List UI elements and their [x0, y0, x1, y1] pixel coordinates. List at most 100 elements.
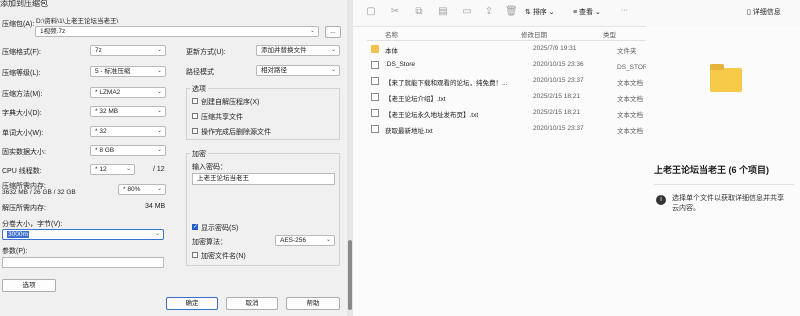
password-input[interactable]: 上老王论坛当老王 — [192, 173, 335, 185]
cpu-select[interactable]: * 12 ⌄ — [90, 164, 135, 175]
file-name: 【老王论坛永久地址发布页】.txt — [385, 112, 479, 119]
share-icon[interactable]: ⇪ — [483, 6, 495, 18]
copy-icon[interactable]: ⧉ — [413, 6, 425, 18]
cpu-value: * 12 — [95, 166, 107, 173]
rename-icon[interactable]: ▭ — [461, 6, 473, 18]
shared-checkbox[interactable] — [192, 113, 198, 119]
view-button[interactable]: ≡ 查看 ⌄ — [573, 7, 601, 17]
mem-pct-select[interactable]: * 80% ⌄ — [118, 184, 166, 195]
col-date[interactable]: 修改日期 — [521, 29, 547, 39]
path-mode-select[interactable]: 相对路径 ⌄ — [256, 65, 340, 76]
sort-label: 排序 — [532, 9, 547, 16]
chevron-down-icon: ⌄ — [156, 68, 162, 74]
file-explorer: ▢ ✂ ⧉ ▤ ▭ ⇪ 🗑 ⇅ 排序 ⌄ ≡ 查看 ⌄ ··· ▯ 详细信息 名… — [353, 0, 800, 316]
file-row[interactable]: 本体 2025/7/9 19:31 文件夹 — [367, 42, 647, 57]
chevron-down-icon: ⌄ — [546, 9, 555, 16]
show-password-label: 显示密码(S) — [201, 225, 239, 232]
dict-select[interactable]: * 32 MB ⌄ — [90, 106, 166, 117]
file-name: 本体 — [385, 48, 398, 55]
archive-label: 压缩包(A): — [2, 21, 35, 28]
params-label: 参数(P): — [2, 248, 28, 255]
file-date: 2020/10/15 23:37 — [533, 77, 584, 84]
enc-method-label: 加密算法： — [192, 239, 227, 246]
file-name: .DS_Store — [385, 61, 415, 68]
password-label: 输入密码： — [192, 164, 227, 171]
chevron-down-icon: ⌄ — [125, 166, 131, 172]
file-row[interactable]: 【来了就能下载和观看的论坛，纯免费！... 2020/10/15 23:37 文… — [367, 74, 647, 89]
file-type: 文本文档 — [617, 128, 643, 135]
update-value: 添加并替换文件 — [261, 47, 307, 54]
ok-button[interactable]: 确定 — [166, 297, 218, 310]
file-date: 2025/2/15 18:21 — [533, 93, 580, 100]
word-value: * 32 — [95, 128, 107, 135]
explorer-toolbar: ▢ ✂ ⧉ ▤ ▭ ⇪ 🗑 ⇅ 排序 ⌄ ≡ 查看 ⌄ ··· ▯ 详细信息 — [353, 0, 800, 27]
delete-checkbox[interactable] — [192, 128, 198, 134]
archive-name-combo[interactable]: 1视频.7z ⌄ — [35, 26, 319, 37]
split-size-combo[interactable]: 3000m ⌄ — [2, 229, 164, 240]
file-type: 文本文档 — [617, 80, 643, 87]
delete-icon[interactable]: 🗑 — [505, 6, 518, 18]
format-select[interactable]: 7z ⌄ — [90, 45, 166, 56]
col-name[interactable]: 名称 — [385, 29, 398, 39]
shared-label: 压缩共享文件 — [201, 114, 243, 121]
method-select[interactable]: * LZMA2 ⌄ — [90, 87, 166, 98]
file-icon — [371, 125, 379, 133]
folder-icon — [371, 45, 379, 53]
file-row[interactable]: .DS_Store 2020/10/15 23:36 DS_STORE 文 — [367, 58, 660, 73]
details-divider — [654, 184, 794, 185]
cpu-label: CPU 线程数: — [2, 168, 42, 175]
word-select[interactable]: * 32 ⌄ — [90, 126, 166, 137]
format-label: 压缩格式(F): — [2, 49, 41, 56]
sfx-label: 创建自解压程序(X) — [201, 99, 260, 106]
chevron-down-icon: ⌄ — [593, 9, 601, 16]
dict-label: 字典大小(D): — [2, 110, 42, 117]
options-group-title: 选项 — [190, 84, 208, 94]
paste-icon[interactable]: ▤ — [437, 6, 449, 18]
details-label: 详细信息 — [752, 9, 781, 16]
file-name: 【来了就能下载和观看的论坛，纯免费！... — [385, 80, 508, 87]
view-label: 查看 — [579, 9, 594, 16]
update-select[interactable]: 添加并替换文件 ⌄ — [256, 45, 340, 56]
chevron-down-icon: ⌄ — [325, 237, 331, 243]
chevron-down-icon: ⌄ — [156, 47, 162, 53]
chevron-down-icon: ⌄ — [156, 128, 162, 134]
file-icon — [371, 61, 379, 69]
file-icon — [371, 77, 379, 85]
path-mode-label: 路径模式 — [186, 69, 214, 76]
solid-select[interactable]: * 8 GB ⌄ — [90, 145, 166, 156]
details-hint: 选择单个文件以获取详细信息并共享云内容。 — [672, 195, 784, 212]
file-row[interactable]: 获取最新地址.txt 2020/10/15 23:37 文本文档 — [367, 122, 647, 137]
options-button[interactable]: 选项 — [2, 279, 56, 292]
more-button[interactable]: ··· — [621, 7, 628, 14]
path-mode-value: 相对路径 — [261, 67, 287, 74]
split-label: 分卷大小，字节(V): — [2, 221, 63, 228]
cancel-button[interactable]: 取消 — [226, 297, 278, 310]
file-date: 2020/10/15 23:36 — [533, 61, 584, 68]
new-icon[interactable]: ▢ — [365, 6, 377, 18]
sort-button[interactable]: ⇅ 排序 ⌄ — [525, 7, 555, 17]
archive-path: D:\资料\1\上老王论坛当老王\ — [36, 18, 119, 25]
mem-pct-value: * 80% — [123, 186, 141, 193]
file-icon — [371, 93, 379, 101]
params-input[interactable] — [2, 257, 164, 268]
level-select[interactable]: 5 - 标准压缩 ⌄ — [90, 66, 166, 77]
cut-icon[interactable]: ✂ — [389, 6, 401, 18]
file-row[interactable]: 【老王论坛介绍】.txt 2025/2/15 18:21 文本文档 — [367, 90, 647, 105]
help-button[interactable]: 帮助 — [286, 297, 340, 310]
browse-button[interactable]: ... — [325, 26, 341, 38]
mem-decomp-value: 34 MB — [145, 203, 166, 210]
sfx-checkbox[interactable] — [192, 98, 198, 104]
enc-method-select[interactable]: AES-256 ⌄ — [275, 235, 335, 246]
chevron-down-icon: ⌄ — [154, 231, 160, 237]
show-password-checkbox[interactable] — [192, 223, 198, 230]
folder-icon — [710, 64, 742, 92]
chevron-down-icon: ⌄ — [156, 186, 162, 192]
file-row[interactable]: 【老王论坛永久地址发布页】.txt 2025/2/15 18:21 文本文档 — [367, 106, 647, 121]
file-date: 2025/2/15 18:21 — [533, 109, 580, 116]
col-type[interactable]: 类型 — [603, 29, 616, 39]
details-button[interactable]: ▯ 详细信息 — [747, 7, 781, 17]
enc-names-checkbox[interactable] — [192, 252, 198, 258]
scrollbar-thumb[interactable] — [348, 240, 352, 310]
file-name: 获取最新地址.txt — [385, 128, 433, 135]
word-label: 单词大小(W): — [2, 130, 44, 137]
